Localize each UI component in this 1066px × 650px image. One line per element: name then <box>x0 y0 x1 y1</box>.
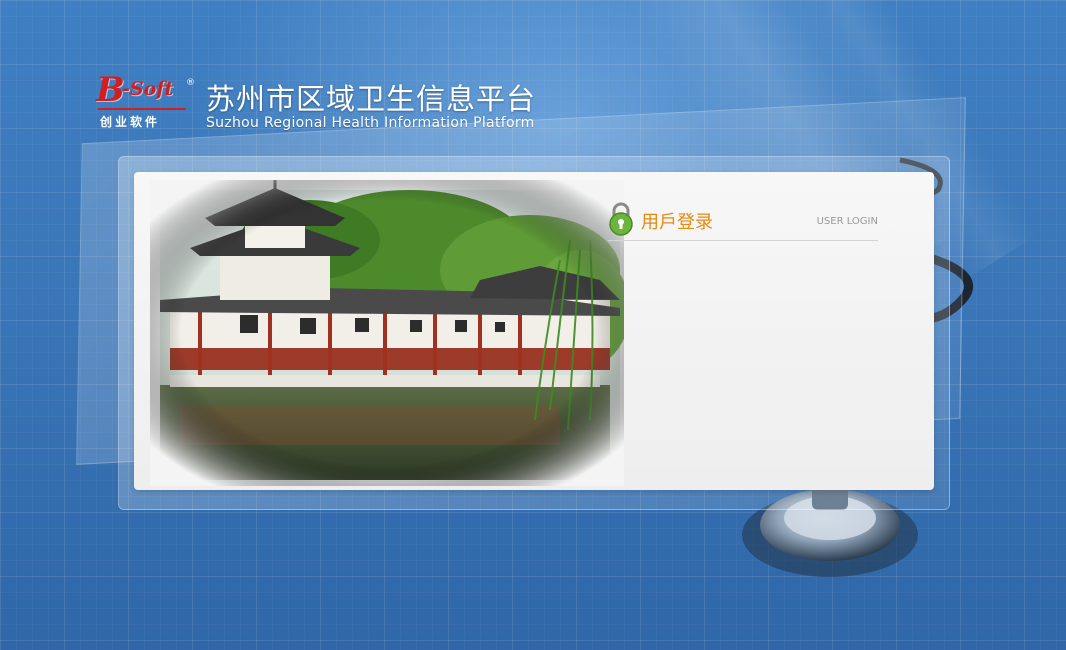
bsoft-logo: B -Soft ® 创业软件 <box>96 70 196 130</box>
logo-letter: B <box>96 70 125 110</box>
page-title: 苏州市区域卫生信息平台 <box>206 82 537 116</box>
registered-mark: ® <box>186 78 195 88</box>
divider <box>608 240 878 241</box>
lock-icon <box>609 202 633 236</box>
login-page: B -Soft ® 创业软件 苏州市区域卫生信息平台 Suzhou Region… <box>0 0 1066 650</box>
login-header: 用戶登录 USER LOGIN <box>608 202 878 242</box>
login-subtitle: USER LOGIN <box>816 216 878 227</box>
logo-wordmark: -Soft <box>122 78 174 100</box>
logo-underline <box>98 108 186 110</box>
login-title: 用戶登录 <box>641 212 713 233</box>
logo-company-name: 创业软件 <box>100 115 161 129</box>
pavilion-photo <box>150 180 624 486</box>
login-card: 用戶登录 USER LOGIN <box>134 172 934 490</box>
